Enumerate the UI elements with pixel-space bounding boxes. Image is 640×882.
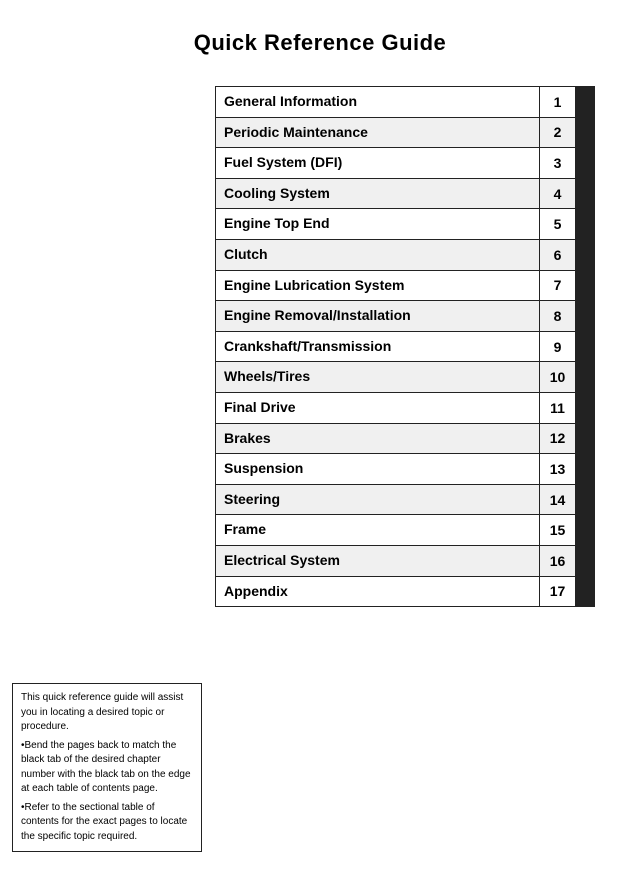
toc-item-number: 7 <box>540 271 576 301</box>
table-row: Periodic Maintenance2 <box>215 117 595 148</box>
toc-item-tab <box>576 577 594 607</box>
toc-item-tab <box>576 393 594 423</box>
note-bullet1: •Bend the pages back to match the black … <box>21 739 193 797</box>
note-bullet2: •Refer to the sectional table of content… <box>21 801 193 845</box>
table-row: Crankshaft/Transmission9 <box>215 331 595 362</box>
toc-item-tab <box>576 546 594 576</box>
toc-item-number: 1 <box>540 87 576 117</box>
toc-item-label: Frame <box>216 515 540 545</box>
toc-item-tab <box>576 118 594 148</box>
toc-item-number: 3 <box>540 148 576 178</box>
toc-item-label: Suspension <box>216 454 540 484</box>
toc-item-number: 2 <box>540 118 576 148</box>
table-row: Cooling System4 <box>215 178 595 209</box>
table-row: Electrical System16 <box>215 545 595 576</box>
toc-item-number: 10 <box>540 362 576 392</box>
table-row: Brakes12 <box>215 423 595 454</box>
table-row: Clutch6 <box>215 239 595 270</box>
toc-item-number: 11 <box>540 393 576 423</box>
toc-item-label: Brakes <box>216 424 540 454</box>
table-row: Engine Top End5 <box>215 208 595 239</box>
table-row: Steering14 <box>215 484 595 515</box>
table-row: Final Drive11 <box>215 392 595 423</box>
toc-item-label: Fuel System (DFI) <box>216 148 540 178</box>
toc-item-number: 13 <box>540 454 576 484</box>
table-row: Suspension13 <box>215 453 595 484</box>
toc-item-label: Engine Top End <box>216 209 540 239</box>
toc-item-number: 8 <box>540 301 576 331</box>
page-title: Quick Reference Guide <box>0 0 640 76</box>
note-intro: This quick reference guide will assist y… <box>21 691 193 735</box>
toc-item-label: Wheels/Tires <box>216 362 540 392</box>
note-box: This quick reference guide will assist y… <box>12 683 202 852</box>
toc-item-label: Periodic Maintenance <box>216 118 540 148</box>
toc-item-number: 4 <box>540 179 576 209</box>
toc-item-number: 5 <box>540 209 576 239</box>
toc-item-tab <box>576 240 594 270</box>
toc-item-number: 14 <box>540 485 576 515</box>
toc-item-tab <box>576 424 594 454</box>
toc-item-tab <box>576 301 594 331</box>
toc-item-label: Engine Lubrication System <box>216 271 540 301</box>
toc-item-label: Clutch <box>216 240 540 270</box>
toc-item-number: 9 <box>540 332 576 362</box>
table-row: Fuel System (DFI)3 <box>215 147 595 178</box>
toc-item-number: 17 <box>540 577 576 607</box>
table-row: Wheels/Tires10 <box>215 361 595 392</box>
toc-item-label: Electrical System <box>216 546 540 576</box>
toc-item-number: 12 <box>540 424 576 454</box>
toc-item-tab <box>576 332 594 362</box>
toc-item-label: Crankshaft/Transmission <box>216 332 540 362</box>
toc-item-label: Final Drive <box>216 393 540 423</box>
toc-item-label: General Information <box>216 87 540 117</box>
table-row: Engine Lubrication System7 <box>215 270 595 301</box>
toc-item-tab <box>576 87 594 117</box>
toc-item-tab <box>576 485 594 515</box>
toc-item-tab <box>576 362 594 392</box>
toc-item-tab <box>576 271 594 301</box>
toc-item-number: 16 <box>540 546 576 576</box>
toc-item-tab <box>576 179 594 209</box>
toc-item-tab <box>576 454 594 484</box>
table-row: General Information1 <box>215 86 595 117</box>
toc-item-tab <box>576 209 594 239</box>
toc-item-label: Steering <box>216 485 540 515</box>
toc-item-number: 6 <box>540 240 576 270</box>
table-of-contents: General Information1Periodic Maintenance… <box>215 86 595 607</box>
table-row: Frame15 <box>215 514 595 545</box>
toc-item-label: Appendix <box>216 577 540 607</box>
toc-item-label: Engine Removal/Installation <box>216 301 540 331</box>
toc-item-tab <box>576 515 594 545</box>
toc-item-label: Cooling System <box>216 179 540 209</box>
toc-item-tab <box>576 148 594 178</box>
table-row: Appendix17 <box>215 576 595 608</box>
table-row: Engine Removal/Installation8 <box>215 300 595 331</box>
toc-item-number: 15 <box>540 515 576 545</box>
